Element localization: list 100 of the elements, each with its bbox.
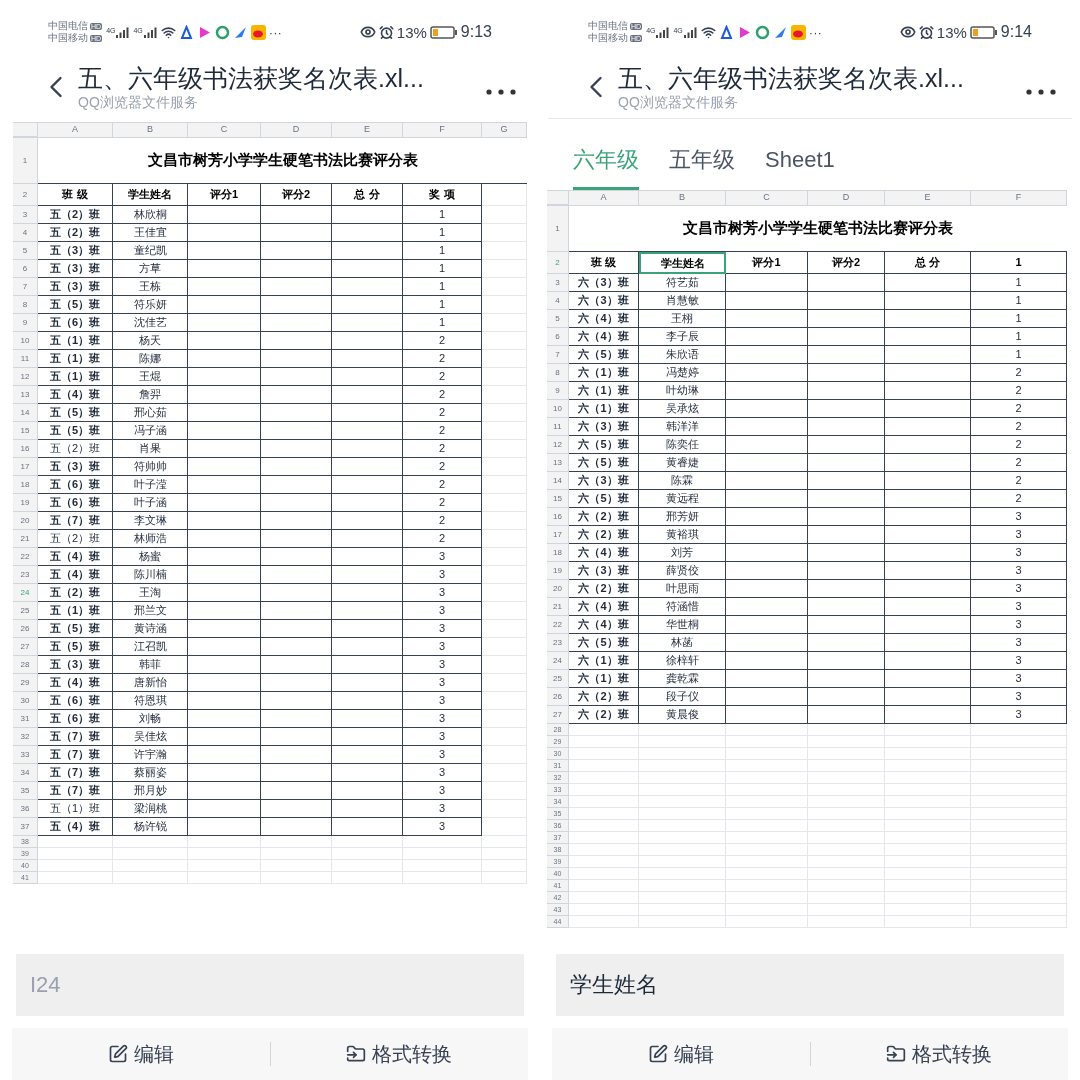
student-name-cell: 吴承炫 bbox=[639, 400, 726, 418]
row-number: 16 bbox=[547, 508, 569, 526]
row-number: 3 bbox=[547, 274, 569, 292]
award-cell: 3 bbox=[403, 764, 482, 782]
sheet-tab[interactable]: Sheet1 bbox=[765, 132, 835, 190]
column-header[interactable]: G bbox=[482, 123, 527, 137]
row-number: 9 bbox=[13, 314, 38, 332]
empty-cell bbox=[261, 620, 332, 638]
row-number: 1 bbox=[13, 138, 38, 184]
edit-button[interactable]: 编辑 bbox=[552, 1039, 810, 1069]
student-name-cell: 林师浩 bbox=[113, 530, 188, 548]
clock-time: 9:14 bbox=[1000, 24, 1032, 40]
student-name-cell: 邢芳妍 bbox=[639, 508, 726, 526]
column-header[interactable]: E bbox=[332, 123, 403, 137]
student-name-cell: 陈霖 bbox=[639, 472, 726, 490]
cell-content-field[interactable]: 学生姓名 bbox=[556, 954, 1064, 1016]
class-cell: 六（4）班 bbox=[569, 616, 639, 634]
empty-cell bbox=[332, 836, 403, 848]
award-cell: 1 bbox=[403, 206, 482, 224]
row-number: 32 bbox=[13, 728, 38, 746]
column-header[interactable]: C bbox=[726, 191, 808, 205]
row-number: 26 bbox=[547, 688, 569, 706]
more-notifications: ··· bbox=[808, 25, 822, 39]
empty-cell bbox=[482, 260, 527, 278]
header-cell: 学生姓名 bbox=[639, 252, 726, 274]
row-number: 15 bbox=[547, 490, 569, 508]
more-icon[interactable] bbox=[1026, 89, 1056, 95]
column-header[interactable]: F bbox=[403, 123, 482, 137]
award-cell: 3 bbox=[971, 670, 1067, 688]
empty-cell bbox=[332, 872, 403, 884]
empty-cell bbox=[332, 494, 403, 512]
award-cell: 2 bbox=[403, 458, 482, 476]
row-number: 21 bbox=[13, 530, 38, 548]
column-header[interactable]: A bbox=[569, 191, 639, 205]
column-header[interactable]: E bbox=[885, 191, 971, 205]
class-cell: 六（5）班 bbox=[569, 490, 639, 508]
clock-time: 9:13 bbox=[460, 24, 492, 40]
empty-cell bbox=[482, 692, 527, 710]
class-cell: 六（4）班 bbox=[569, 598, 639, 616]
award-cell: 3 bbox=[971, 508, 1067, 526]
column-header[interactable]: D bbox=[261, 123, 332, 137]
column-header[interactable]: B bbox=[113, 123, 188, 137]
more-icon[interactable] bbox=[486, 89, 516, 95]
class-cell: 五（1）班 bbox=[38, 602, 113, 620]
class-cell: 五（3）班 bbox=[38, 458, 113, 476]
empty-cell bbox=[332, 860, 403, 872]
award-cell: 2 bbox=[403, 476, 482, 494]
row-number: 18 bbox=[13, 476, 38, 494]
student-name-cell: 华世桐 bbox=[639, 616, 726, 634]
column-header[interactable]: F bbox=[971, 191, 1067, 205]
column-header[interactable]: C bbox=[188, 123, 261, 137]
empty-cell bbox=[332, 746, 403, 764]
row-number: 22 bbox=[13, 548, 38, 566]
empty-cell bbox=[482, 656, 527, 674]
sheet-tab[interactable]: 五年级 bbox=[669, 132, 735, 190]
class-cell: 五（4）班 bbox=[38, 818, 113, 836]
header-cell: 学生姓名 bbox=[113, 184, 188, 206]
empty-cell bbox=[482, 476, 527, 494]
row-number: 4 bbox=[547, 292, 569, 310]
award-cell: 2 bbox=[971, 418, 1067, 436]
award-cell: 3 bbox=[403, 656, 482, 674]
empty-cell bbox=[261, 206, 332, 224]
row-number: 18 bbox=[547, 544, 569, 562]
award-cell: 3 bbox=[403, 782, 482, 800]
award-cell: 2 bbox=[403, 422, 482, 440]
corner-cell[interactable] bbox=[13, 123, 38, 137]
empty-cell bbox=[261, 512, 332, 530]
row-number: 34 bbox=[13, 764, 38, 782]
column-header[interactable]: A bbox=[38, 123, 113, 137]
row-number: 6 bbox=[13, 260, 38, 278]
convert-format-button[interactable]: 格式转换 bbox=[810, 1039, 1068, 1069]
class-cell: 五（3）班 bbox=[38, 656, 113, 674]
edit-button[interactable]: 编辑 bbox=[12, 1039, 270, 1069]
corner-cell[interactable] bbox=[547, 191, 569, 205]
empty-cell bbox=[482, 332, 527, 350]
class-cell: 六（4）班 bbox=[569, 544, 639, 562]
row-number: 11 bbox=[13, 350, 38, 368]
student-name-cell: 陈奕任 bbox=[639, 436, 726, 454]
class-cell: 五（4）班 bbox=[38, 566, 113, 584]
award-cell: 2 bbox=[971, 400, 1067, 418]
column-header[interactable]: D bbox=[808, 191, 885, 205]
more-notifications: ··· bbox=[268, 25, 282, 39]
class-cell: 六（3）班 bbox=[569, 274, 639, 292]
row-number: 24 bbox=[13, 584, 38, 602]
empty-cell bbox=[482, 602, 527, 620]
empty-cell bbox=[261, 848, 332, 860]
empty-cell bbox=[482, 242, 527, 260]
column-header[interactable]: B bbox=[639, 191, 726, 205]
header-cell: 总 分 bbox=[885, 252, 971, 274]
cell-content-field[interactable]: I24 bbox=[16, 954, 524, 1016]
convert-format-button[interactable]: 格式转换 bbox=[270, 1039, 528, 1069]
alarm-icon bbox=[378, 24, 394, 40]
student-name-cell: 刘芳 bbox=[639, 544, 726, 562]
empty-cell bbox=[332, 314, 403, 332]
sheet-title: 文昌市树芳小学学生硬笔书法比赛评分表 bbox=[683, 218, 953, 239]
award-cell: 2 bbox=[403, 512, 482, 530]
student-name-cell: 许宇瀚 bbox=[113, 746, 188, 764]
award-cell: 1 bbox=[971, 292, 1067, 310]
row-number: 23 bbox=[547, 634, 569, 652]
class-cell: 五（2）班 bbox=[38, 584, 113, 602]
